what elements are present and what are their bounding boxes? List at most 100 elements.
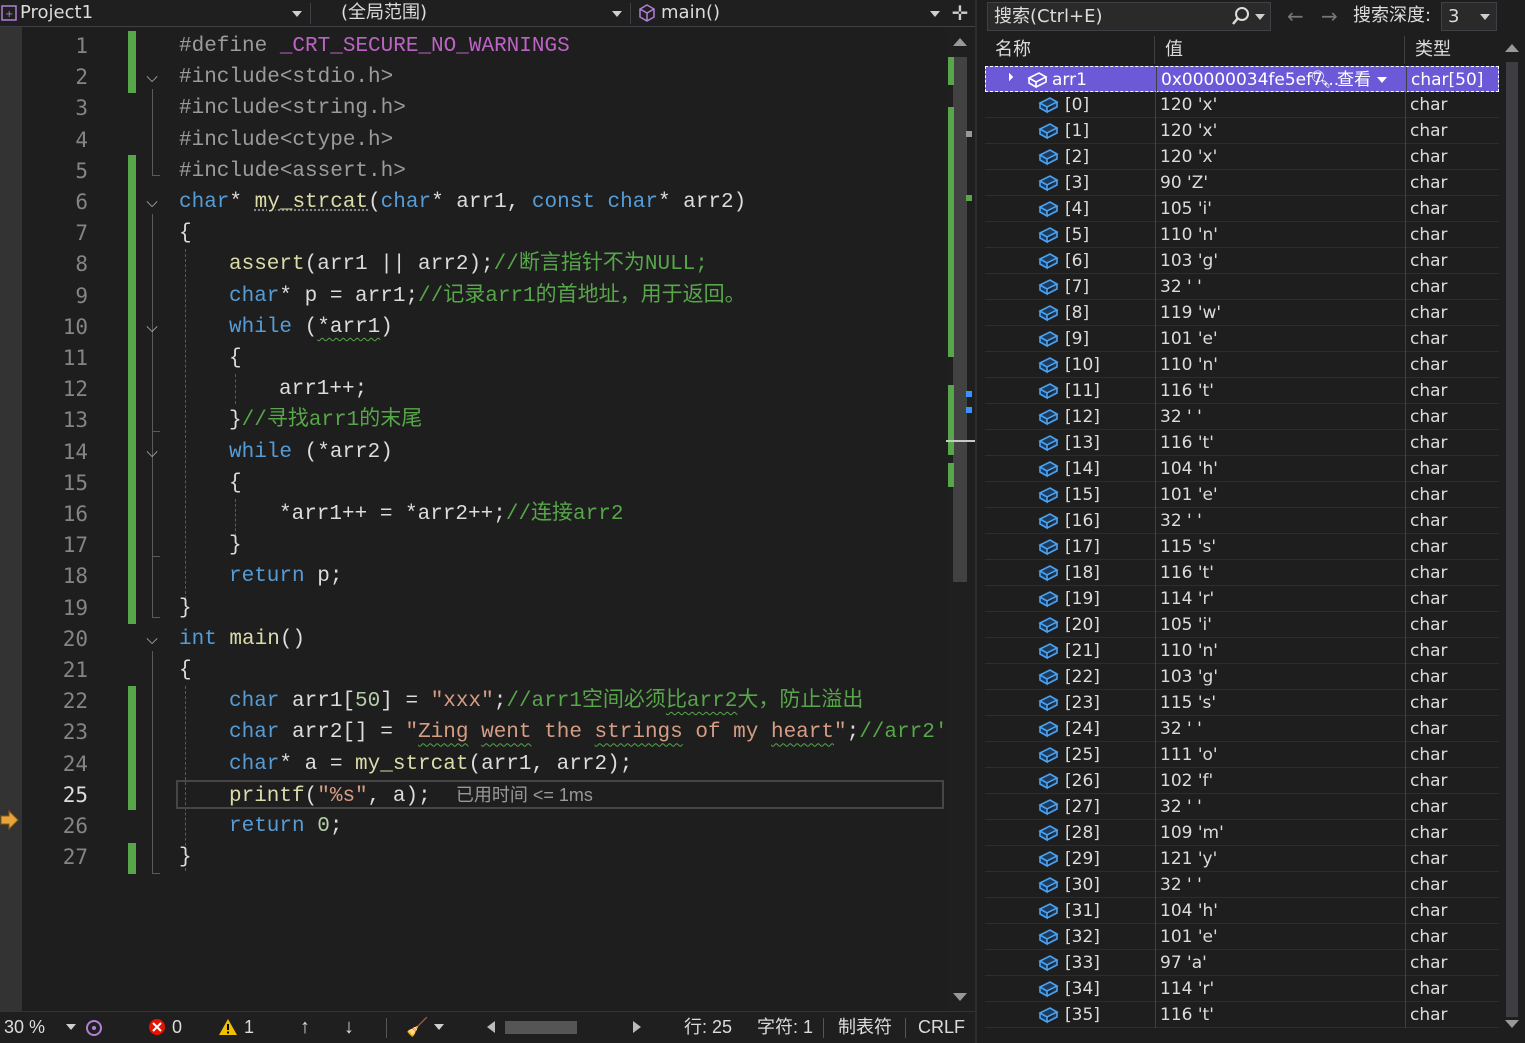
watch-row[interactable]: [1] 120 'x' char bbox=[985, 118, 1499, 144]
error-icon[interactable] bbox=[148, 1018, 166, 1036]
column-header-value[interactable]: 值 bbox=[1155, 36, 1405, 64]
watch-row[interactable]: [16] 32 ' ' char bbox=[985, 508, 1499, 534]
watch-row[interactable]: [32] 101 'e' char bbox=[985, 924, 1499, 950]
watch-row[interactable]: [3] 90 'Z' char bbox=[985, 170, 1499, 196]
warning-icon[interactable] bbox=[218, 1018, 238, 1036]
change-indicator bbox=[128, 31, 136, 93]
split-window-icon[interactable]: ✛ bbox=[948, 2, 972, 24]
editor-vertical-scrollbar[interactable] bbox=[946, 27, 975, 1011]
scope-dropdown[interactable]: (全局范围) bbox=[316, 0, 628, 26]
watch-row[interactable]: [4] 105 'i' char bbox=[985, 196, 1499, 222]
watch-row[interactable]: [13] 116 't' char bbox=[985, 430, 1499, 456]
warning-count[interactable]: 1 bbox=[244, 1012, 254, 1042]
scroll-down-icon[interactable] bbox=[953, 993, 967, 1001]
chevron-down-icon[interactable] bbox=[66, 1024, 76, 1030]
watch-row[interactable]: [6] 103 'g' char bbox=[985, 248, 1499, 274]
watch-row[interactable]: [35] 116 't' char bbox=[985, 1002, 1499, 1028]
eol-indicator[interactable]: CRLF bbox=[918, 1012, 965, 1042]
line-number: 3 bbox=[75, 96, 88, 121]
collapse-icon[interactable]: ⌵ bbox=[142, 629, 162, 649]
watch-row[interactable]: [8] 119 'w' char bbox=[985, 300, 1499, 326]
scroll-up-icon[interactable] bbox=[953, 38, 967, 46]
watch-name: [9] bbox=[1065, 329, 1090, 349]
collapse-icon[interactable]: ⌵ bbox=[142, 67, 162, 87]
scroll-thumb[interactable] bbox=[1506, 62, 1518, 1017]
code-editor[interactable]: + Project1 (全局范围) main() ✛ 1 2 3 4 5 6 7… bbox=[0, 0, 975, 1043]
watch-row[interactable]: [27] 32 ' ' char bbox=[985, 794, 1499, 820]
watch-row[interactable]: [19] 114 'r' char bbox=[985, 586, 1499, 612]
watch-value: 116 't' bbox=[1155, 430, 1405, 456]
watch-row[interactable]: [2] 120 'x' char bbox=[985, 144, 1499, 170]
watch-row[interactable]: [25] 111 'o' char bbox=[985, 742, 1499, 768]
watch-row[interactable]: [5] 110 'n' char bbox=[985, 222, 1499, 248]
function-dropdown[interactable]: main() bbox=[634, 0, 946, 26]
back-arrow-icon[interactable]: ← bbox=[1287, 4, 1304, 28]
watch-row[interactable]: [10] 110 'n' char bbox=[985, 352, 1499, 378]
watch-row[interactable]: [22] 103 'g' char bbox=[985, 664, 1499, 690]
forward-arrow-icon[interactable]: → bbox=[1321, 4, 1338, 28]
watch-name: [33] bbox=[1065, 953, 1100, 973]
search-input[interactable]: 搜索(Ctrl+E) bbox=[987, 2, 1271, 31]
project-dropdown[interactable]: + Project1 bbox=[0, 0, 308, 26]
watch-row[interactable]: [33] 97 'a' char bbox=[985, 950, 1499, 976]
expand-toggle-icon[interactable] bbox=[1004, 72, 1014, 82]
watch-name: [2] bbox=[1065, 147, 1090, 167]
watch-row[interactable]: [26] 102 'f' char bbox=[985, 768, 1499, 794]
tabs-indicator[interactable]: 制表符 bbox=[838, 1012, 892, 1042]
code-area[interactable]: 1 2 3 4 5 6 7 8 9 10 11 12 13 14 15 16 1… bbox=[22, 31, 952, 891]
watch-row[interactable]: [14] 104 'h' char bbox=[985, 456, 1499, 482]
intellicode-icon[interactable] bbox=[84, 1018, 104, 1038]
view-visualizer-button[interactable]: 🔍︎ 查看 bbox=[1310, 67, 1387, 93]
watch-row[interactable]: [7] 32 ' ' char bbox=[985, 274, 1499, 300]
char-indicator[interactable]: 字符: 1 bbox=[757, 1012, 813, 1042]
variable-icon bbox=[1038, 669, 1059, 686]
error-count[interactable]: 0 bbox=[172, 1012, 182, 1042]
watch-row[interactable]: [34] 114 'r' char bbox=[985, 976, 1499, 1002]
watch-row[interactable]: [18] 116 't' char bbox=[985, 560, 1499, 586]
watch-value: 32 ' ' bbox=[1155, 872, 1405, 898]
chevron-down-icon[interactable] bbox=[1255, 14, 1265, 20]
watch-row[interactable]: [30] 32 ' ' char bbox=[985, 872, 1499, 898]
search-depth-dropdown[interactable]: 3 bbox=[1441, 2, 1497, 31]
collapse-icon[interactable]: ⌵ bbox=[142, 192, 162, 212]
collapse-icon[interactable]: ⌵ bbox=[142, 442, 162, 462]
watch-row[interactable]: [9] 101 'e' char bbox=[985, 326, 1499, 352]
variable-icon bbox=[1038, 409, 1059, 426]
scroll-left-icon[interactable] bbox=[487, 1021, 495, 1033]
watch-row[interactable]: [0] 120 'x' char bbox=[985, 92, 1499, 118]
watch-row-root[interactable]: arr1 0x00000034fe5ef7... 🔍︎ 查看 char[50] bbox=[985, 66, 1499, 93]
arrow-up-icon[interactable]: ↑ bbox=[300, 1012, 310, 1042]
watch-row[interactable]: [29] 121 'y' char bbox=[985, 846, 1499, 872]
watch-row[interactable]: [15] 101 'e' char bbox=[985, 482, 1499, 508]
watch-row[interactable]: [24] 32 ' ' char bbox=[985, 716, 1499, 742]
scroll-down-icon[interactable] bbox=[1505, 1020, 1519, 1028]
search-icon[interactable] bbox=[1231, 6, 1251, 26]
change-marker bbox=[948, 57, 954, 85]
arrow-down-icon[interactable]: ↓ bbox=[344, 1012, 354, 1042]
collapse-icon[interactable]: ⌵ bbox=[142, 317, 162, 337]
line-number: 24 bbox=[62, 751, 88, 776]
code-cleanup-icon[interactable]: 🧹 bbox=[406, 1012, 428, 1042]
watch-row[interactable]: [23] 115 's' char bbox=[985, 690, 1499, 716]
watch-row[interactable]: [28] 109 'm' char bbox=[985, 820, 1499, 846]
scroll-thumb[interactable] bbox=[953, 57, 967, 582]
watch-row[interactable]: [20] 105 'i' char bbox=[985, 612, 1499, 638]
watch-row[interactable]: [17] 115 's' char bbox=[985, 534, 1499, 560]
watch-type: char bbox=[1405, 794, 1499, 820]
zoom-level[interactable]: 30 % bbox=[4, 1012, 45, 1042]
watch-type: char bbox=[1405, 378, 1499, 404]
horizontal-scroll-thumb[interactable] bbox=[505, 1021, 577, 1034]
line-indicator[interactable]: 行: 25 bbox=[684, 1012, 732, 1042]
watch-row[interactable]: [11] 116 't' char bbox=[985, 378, 1499, 404]
scroll-right-icon[interactable] bbox=[633, 1021, 641, 1033]
scroll-up-icon[interactable] bbox=[1505, 44, 1519, 52]
column-header-name[interactable]: 名称 bbox=[985, 36, 1155, 64]
watch-row[interactable]: [21] 110 'n' char bbox=[985, 638, 1499, 664]
watch-vertical-scrollbar[interactable] bbox=[1499, 36, 1525, 1043]
column-header-type[interactable]: 类型 bbox=[1405, 36, 1499, 64]
watch-row[interactable]: [31] 104 'h' char bbox=[985, 898, 1499, 924]
watch-row[interactable]: [12] 32 ' ' char bbox=[985, 404, 1499, 430]
chevron-down-icon[interactable] bbox=[434, 1024, 444, 1030]
indicator-margin[interactable] bbox=[0, 27, 22, 1011]
code-line-4: #include<ctype.h> bbox=[179, 128, 394, 152]
